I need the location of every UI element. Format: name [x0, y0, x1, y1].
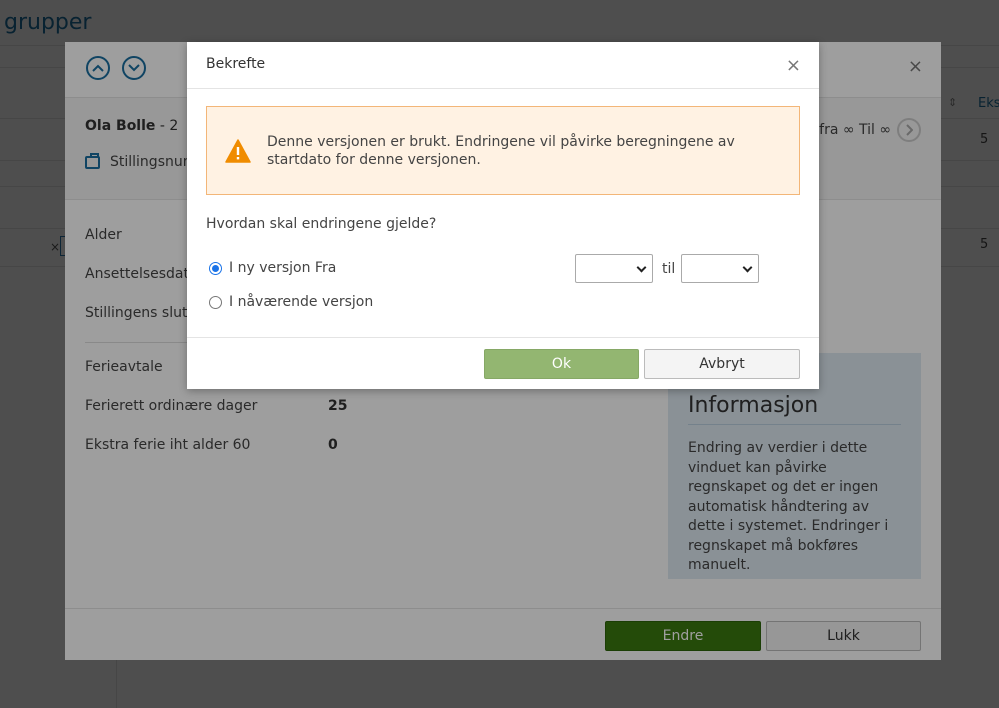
to-select[interactable]: [681, 254, 759, 283]
option-label: I ny versjon Fra: [229, 260, 337, 276]
warning-text: Denne versjonen er brukt. Endringene vil…: [267, 133, 735, 168]
option-current-version[interactable]: I nåværende versjon: [209, 294, 373, 310]
question-label: Hvordan skal endringene gjelde?: [206, 216, 437, 232]
option-new-version[interactable]: I ny versjon Fra: [209, 260, 336, 276]
chevron-down-icon: [636, 262, 647, 273]
ok-button[interactable]: Ok: [484, 349, 639, 379]
warning-icon: [225, 138, 251, 163]
cancel-button[interactable]: Avbryt: [644, 349, 800, 379]
radio-current-version[interactable]: [209, 295, 222, 309]
confirm-dialog: Bekrefte × Denne versjonen er brukt. End…: [187, 42, 819, 389]
radio-new-version[interactable]: [209, 261, 222, 275]
dialog-title: Bekrefte: [206, 56, 266, 72]
dialog-header: Bekrefte ×: [187, 42, 819, 89]
to-label: til: [662, 261, 676, 277]
from-select[interactable]: [575, 254, 653, 283]
warning-alert: Denne versjonen er brukt. Endringene vil…: [206, 106, 800, 195]
close-icon[interactable]: ×: [786, 55, 801, 76]
chevron-down-icon: [742, 262, 753, 273]
divider: [187, 337, 819, 338]
option-label: I nåværende versjon: [229, 294, 374, 310]
